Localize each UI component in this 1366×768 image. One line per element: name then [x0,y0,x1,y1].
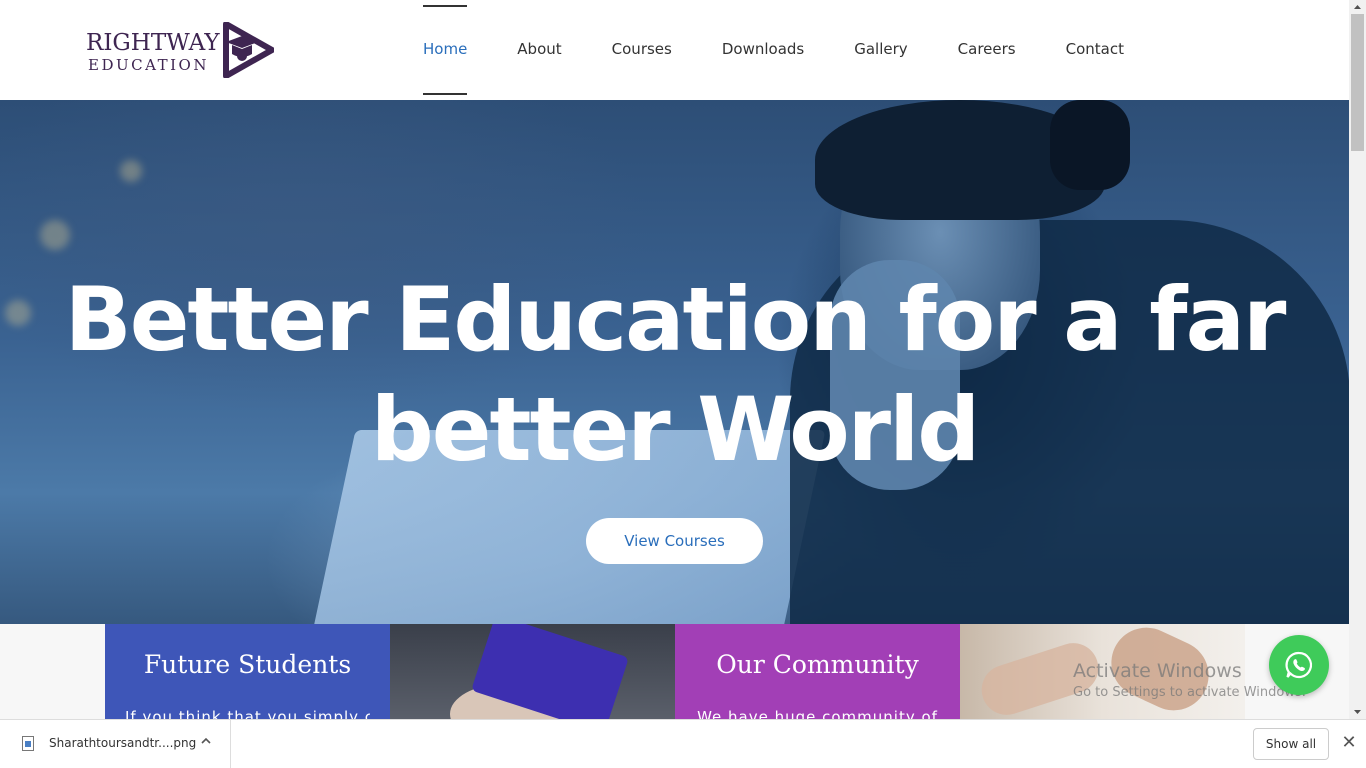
whatsapp-chat-button[interactable] [1269,635,1329,695]
close-downloads-bar-icon[interactable]: ✕ [1339,732,1359,754]
site-header: RIGHTWAY EDUCATION Home About Courses Do… [0,0,1349,100]
download-file-name: Sharathtoursandtr....png [49,736,197,750]
scroll-up-arrow-icon[interactable] [1349,0,1366,14]
chevron-up-icon[interactable] [200,735,212,747]
whatsapp-icon [1285,651,1313,679]
scroll-down-arrow-icon[interactable] [1349,705,1366,719]
hero-title: Better Education for a far better World [0,265,1349,485]
card-title: Our Community [716,650,919,679]
hero-title-line1: Better Education for a far [64,268,1287,371]
nav-careers[interactable]: Careers [958,0,1016,100]
card-text: We have huge community of [697,708,938,719]
hero-banner: Better Education for a far better World … [0,100,1349,624]
card-title: Future Students [143,650,352,679]
downloads-bar: Sharathtoursandtr....png Show all ✕ [0,719,1366,768]
download-item[interactable]: Sharathtoursandtr....png [0,720,231,768]
hero-title-line2: better World [370,378,980,481]
card-future-students[interactable]: Future Students If you think that you si… [105,624,390,719]
nav-about[interactable]: About [517,0,561,100]
card-graduate-photo [390,624,675,719]
card-text: If you think that you simply can [125,708,370,719]
headphones-graphic [1050,100,1130,190]
nav-contact[interactable]: Contact [1066,0,1124,100]
show-all-downloads-button[interactable]: Show all [1253,728,1329,760]
main-nav: Home About Courses Downloads Gallery Car… [423,0,1174,100]
site-logo[interactable]: RIGHTWAY EDUCATION [86,22,276,78]
watermark-line2: Go to Settings to activate Windows. [1073,685,1306,700]
page-scrollbar[interactable] [1349,0,1366,719]
view-courses-button[interactable]: View Courses [586,518,763,564]
nav-downloads[interactable]: Downloads [722,0,804,100]
image-file-icon [22,736,34,751]
nav-courses[interactable]: Courses [612,0,672,100]
nav-home[interactable]: Home [423,0,468,100]
bokeh-light [40,220,70,250]
logo-text-line2: EDUCATION [88,56,209,74]
logo-play-cap-icon [223,22,274,78]
card-our-community[interactable]: Our Community We have huge community of [675,624,960,719]
nav-gallery[interactable]: Gallery [854,0,907,100]
scrollbar-thumb[interactable] [1351,14,1364,151]
logo-text-line1: RIGHTWAY [86,30,220,56]
bokeh-light [120,160,142,182]
